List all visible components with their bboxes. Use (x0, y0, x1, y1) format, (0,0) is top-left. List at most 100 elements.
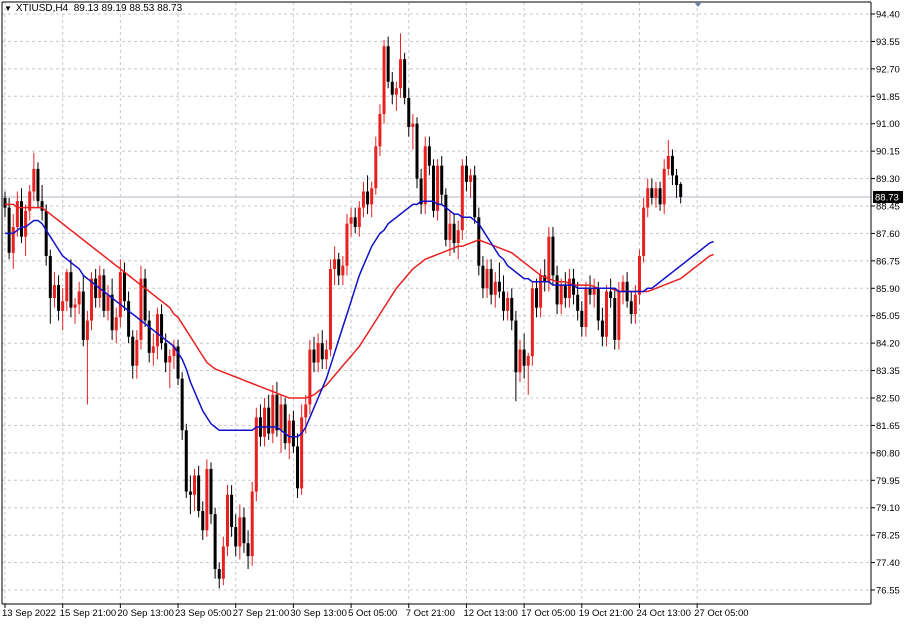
candle-body (333, 259, 337, 269)
time-tick-label: 24 Oct 13:00 (636, 608, 690, 619)
candle-body (481, 265, 485, 289)
candle (328, 259, 332, 357)
candle-body (555, 275, 559, 305)
candle (184, 423, 188, 499)
candle (180, 372, 184, 440)
chart-canvas[interactable]: 94.4093.5592.7091.8591.0090.1589.3088.45… (0, 0, 905, 620)
candle-body (547, 236, 551, 282)
candle-body (81, 291, 85, 340)
candle-body (143, 278, 147, 321)
candle-body (61, 301, 65, 311)
candle (460, 159, 464, 240)
candle-body (32, 168, 36, 192)
candle-body (440, 165, 444, 195)
candle-body (394, 88, 398, 95)
candle-body (349, 217, 353, 224)
candle-body (139, 278, 143, 340)
candle (308, 339, 312, 415)
candle-body (312, 349, 316, 363)
candle-body (48, 256, 52, 298)
candle (205, 459, 209, 537)
candle (176, 339, 180, 386)
candle-body (205, 468, 209, 531)
candle-body (345, 223, 349, 266)
candle-body (539, 275, 543, 308)
candle-body (44, 210, 48, 257)
candle-body (522, 349, 526, 366)
candle-body (168, 356, 172, 363)
candle-body (127, 301, 131, 337)
candle-body (320, 343, 324, 360)
candle-body (267, 407, 271, 434)
candle (423, 136, 427, 215)
price-tick-label: 89.30 (876, 174, 900, 185)
candle-body (36, 168, 40, 202)
price-tick-label: 87.60 (876, 229, 900, 240)
time-tick-label: 15 Sep 21:00 (60, 608, 117, 619)
candle-body (675, 175, 679, 186)
candle-body (493, 281, 497, 295)
ohlc-readout: 89.13 89.19 88.53 88.73 (73, 3, 183, 14)
candle-body (423, 146, 427, 205)
candle-body (600, 320, 604, 337)
candle-body (621, 281, 625, 292)
candle-body (234, 527, 238, 547)
price-tick-label: 92.70 (876, 64, 900, 75)
collapse-triangle-icon[interactable]: ▼ (4, 4, 12, 13)
symbol-label: XTIUSD,H4 (15, 3, 69, 14)
price-tick-label: 90.15 (876, 147, 900, 158)
candle-body (353, 217, 357, 227)
candle-body (576, 294, 580, 311)
candle-body (69, 272, 73, 308)
candle-body (633, 294, 637, 315)
price-chart[interactable]: 94.40 93.55 92.70 91.85 91.00 90.15 89.30 88.45… (0, 0, 905, 620)
candle-body (366, 191, 370, 205)
price-tick-label: 83.35 (876, 366, 900, 377)
candle-body (448, 223, 452, 240)
price-tick-label: 86.75 (876, 256, 900, 267)
candle-body (184, 430, 188, 492)
candle-body (386, 46, 390, 82)
candle (431, 159, 435, 218)
candle-body (221, 546, 225, 579)
candle (382, 39, 386, 124)
time-tick-label: 12 Oct 13:00 (463, 608, 517, 619)
candle-body (193, 475, 197, 495)
candle-body (151, 346, 155, 353)
candle-body (263, 407, 267, 437)
time-tick-label: 13 Sep 2022 (2, 608, 56, 619)
candle-body (526, 356, 530, 366)
price-tick-label: 84.20 (876, 339, 900, 350)
candle-body (188, 491, 192, 495)
price-tick-label: 81.65 (876, 421, 900, 432)
candle (283, 398, 287, 450)
candle-body (246, 543, 250, 557)
time-tick-label: 30 Sep 13:00 (290, 608, 347, 619)
candle-body (510, 297, 514, 321)
time-tick-label: 20 Sep 13:00 (117, 608, 174, 619)
candle-body (230, 494, 234, 528)
candle-body (328, 268, 332, 350)
candle-body (502, 291, 506, 311)
candle-body (160, 314, 164, 344)
candle-body (382, 46, 386, 115)
candle-body (670, 155, 674, 176)
price-tick-label: 93.55 (876, 37, 900, 48)
time-tick-label: 17 Oct 05:00 (521, 608, 575, 619)
candle-body (530, 288, 534, 357)
candle-body (642, 207, 646, 257)
candle-body (316, 343, 320, 363)
price-tick-label: 78.25 (876, 531, 900, 542)
candle (477, 207, 481, 276)
candle-body (24, 210, 28, 237)
price-tick-label: 82.50 (876, 394, 900, 405)
candle-body (131, 336, 135, 366)
candle-body (551, 236, 555, 276)
price-tick-label: 85.90 (876, 284, 900, 295)
candle (254, 407, 258, 502)
candle-body (106, 294, 110, 311)
candle-body (609, 291, 613, 298)
candle-body (213, 514, 217, 570)
candle-body (534, 288, 538, 308)
candle (36, 162, 40, 208)
